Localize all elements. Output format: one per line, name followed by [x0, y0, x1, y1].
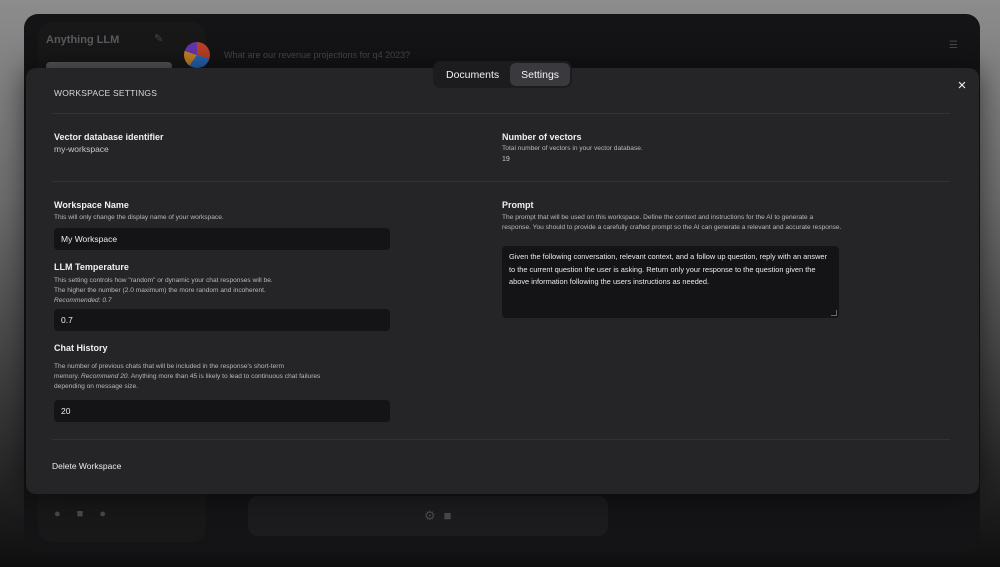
llm-temperature-description-2: The higher the number (2.0 maximum) the … [54, 287, 266, 294]
github-icon: ● [54, 508, 61, 520]
chat-history-recommend: Recommend 20. [81, 373, 130, 380]
prompt-label: Prompt [502, 200, 534, 210]
chat-history-description-2: memory. Recommend 20. Anything more than… [54, 372, 320, 382]
chat-history-description-3: depending on message size. [54, 383, 138, 390]
vector-db-value: my-workspace [54, 144, 109, 154]
prompt-description: The prompt that will be used on this wor… [502, 214, 842, 231]
modal-tabs: Documents Settings [433, 61, 573, 88]
prompt-text: Given the following conversation, releva… [509, 252, 827, 286]
workspace-name-label: Workspace Name [54, 200, 129, 210]
tab-settings[interactable]: Settings [510, 63, 571, 86]
workspace-name-description: This will only change the display name o… [54, 214, 224, 221]
chat-query: What are our revenue projections for q4 … [224, 50, 411, 60]
divider [52, 181, 950, 182]
menu-icon: ☰ [949, 40, 958, 51]
chat-history-description-1: The number of previous chats that will b… [54, 363, 284, 370]
llm-temperature-description-1: This setting controls how "random" or dy… [54, 277, 273, 284]
modal-title: WORKSPACE SETTINGS [54, 88, 158, 98]
llm-temperature-label: LLM Temperature [54, 262, 129, 272]
workspace-settings-modal: WORKSPACE SETTINGS × Vector database ide… [26, 68, 979, 494]
num-vectors-description: Total number of vectors in your vector d… [502, 145, 643, 152]
num-vectors-value: 19 [502, 156, 510, 163]
brand-logo: Anything LLM [46, 34, 120, 46]
chat-history-desc-suffix: Anything more than 45 is likely to lead … [130, 373, 321, 380]
settings-icon: ⚙ [424, 508, 436, 523]
docs-icon: ■ [76, 508, 84, 520]
divider [52, 439, 950, 440]
prompt-textarea[interactable]: Given the following conversation, releva… [502, 246, 839, 318]
workspace-name-input[interactable]: My Workspace [54, 228, 390, 250]
discord-icon: ● [99, 508, 106, 520]
close-icon[interactable]: × [953, 77, 971, 95]
wrench-icon: ✎ [154, 33, 164, 45]
chat-history-input[interactable]: 20 [54, 400, 390, 422]
divider [52, 113, 950, 114]
documents-icon: ■ [443, 508, 452, 523]
chat-history-desc-prefix: memory. [54, 373, 80, 380]
chat-avatar [184, 42, 210, 68]
resize-handle[interactable] [831, 310, 837, 316]
llm-temperature-input[interactable]: 0.7 [54, 309, 390, 331]
num-vectors-label: Number of vectors [502, 132, 582, 142]
tab-documents[interactable]: Documents [435, 63, 510, 86]
delete-workspace-button[interactable]: Delete Workspace [52, 461, 121, 471]
llm-temperature-recommended: Recommended: 0.7 [54, 297, 112, 304]
chat-history-label: Chat History [54, 343, 108, 353]
vector-db-label: Vector database identifier [54, 132, 164, 142]
